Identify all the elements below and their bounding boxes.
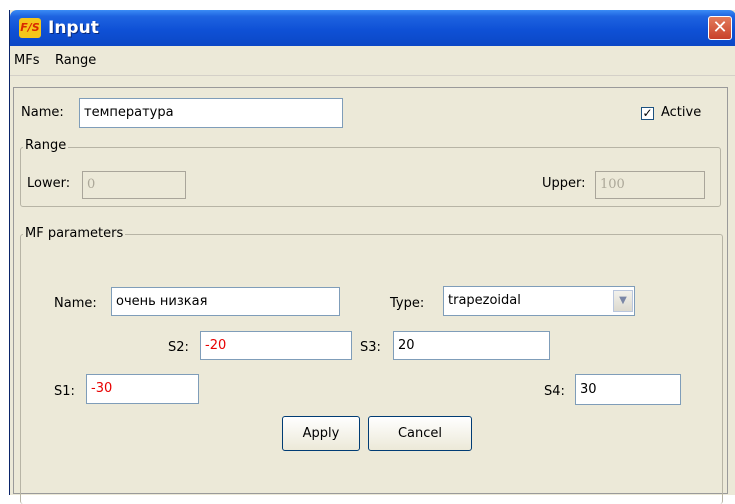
- lower-input[interactable]: 0: [82, 171, 186, 199]
- menu-range[interactable]: Range: [55, 53, 96, 68]
- s1-input[interactable]: -30: [86, 374, 199, 404]
- s4-label: S4:: [544, 384, 565, 399]
- dialog-client-area: Name: температура ✓ Active Range Lower: …: [13, 87, 728, 504]
- active-checkbox[interactable]: ✓: [641, 107, 654, 120]
- range-group-title: Range: [23, 138, 69, 153]
- checkmark-icon: ✓: [642, 106, 653, 120]
- upper-label: Upper:: [542, 176, 586, 191]
- s2-label: S2:: [168, 340, 189, 355]
- type-label: Type:: [390, 296, 425, 311]
- window-title: Input: [48, 18, 99, 38]
- variable-name-input[interactable]: температура: [79, 98, 343, 128]
- input-dialog-window: F/S Input ✕ MFs Range Name: температура …: [9, 10, 735, 504]
- title-bar[interactable]: F/S Input ✕: [10, 10, 735, 46]
- type-select-value: trapezoidal: [448, 293, 521, 308]
- mf-parameters-title: MF parameters: [23, 226, 126, 241]
- active-label: Active: [661, 105, 702, 120]
- s3-label: S3:: [360, 340, 381, 355]
- chevron-down-icon[interactable]: ▼: [613, 290, 633, 312]
- s3-input[interactable]: 20: [393, 331, 550, 360]
- app-icon: F/S: [19, 18, 41, 38]
- s4-input[interactable]: 30: [575, 374, 681, 405]
- s2-input[interactable]: -20: [200, 331, 352, 360]
- close-button[interactable]: ✕: [708, 16, 732, 40]
- caption-strip: [0, 0, 735, 10]
- close-icon: ✕: [712, 17, 728, 38]
- cancel-button[interactable]: Cancel: [368, 416, 472, 451]
- lower-label: Lower:: [27, 176, 71, 191]
- mf-name-input[interactable]: очень низкая: [111, 287, 340, 316]
- menu-bar: MFs Range: [10, 46, 735, 76]
- variable-name-label: Name:: [21, 105, 64, 120]
- mf-name-label: Name:: [54, 296, 97, 311]
- apply-button[interactable]: Apply: [282, 416, 360, 451]
- type-select[interactable]: trapezoidal: [443, 286, 635, 316]
- mf-parameters-group: [20, 234, 723, 504]
- upper-input[interactable]: 100: [595, 171, 705, 199]
- s1-label: S1:: [54, 384, 75, 399]
- menu-mfs[interactable]: MFs: [14, 53, 39, 68]
